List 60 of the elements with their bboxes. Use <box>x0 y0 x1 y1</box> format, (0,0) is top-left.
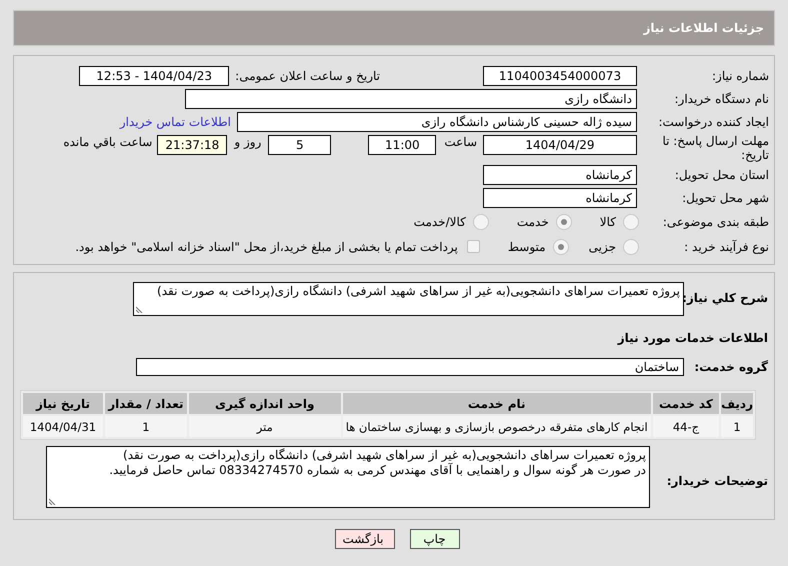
notes-line: در صورت هر گونه سوال و راهنمایی با آقای مهندس کرمی به شماره 08334274570 تماس حاصل فرمایید. <box>108 463 646 478</box>
radio-button[interactable] <box>623 214 639 230</box>
field-label: شماره نیاز: <box>711 68 769 82</box>
column-header: تعداد / مقدار <box>104 393 187 414</box>
treasury-note: پرداخت تمام یا بخشی از مبلغ خرید،از محل "اسناد خزانه اسلامی" خواهد بود. <box>75 240 458 254</box>
city-field: کرمانشاه <box>483 188 637 208</box>
field-label: شهر محل تحویل: <box>681 190 769 204</box>
resize-grip-icon[interactable] <box>49 497 57 505</box>
description-text: پروژه تعمیرات سراهای دانشجویی(به غیر از سراهای شهید اشرفی) دانشگاه رازی(پرداخت به صورت نقد) <box>157 284 680 298</box>
field-label: شرح کلي نیاز: <box>684 291 768 305</box>
column-header: ردیف <box>721 393 753 414</box>
service-group-field: ساختمان <box>136 358 684 376</box>
field-label: گروه خدمت: <box>693 360 768 374</box>
print-button[interactable]: چاپ <box>410 529 460 549</box>
checkbox[interactable] <box>466 240 480 253</box>
field-label: تاریخ و ساعت اعلان عمومی: <box>235 68 380 82</box>
option-label: جزیی <box>588 240 616 254</box>
remaining-time-field: 21:37:18 <box>157 135 228 155</box>
column-header: کد خدمت <box>652 393 720 414</box>
announce-date-field: 1404/04/23 - 12:53 <box>79 66 230 86</box>
need-number-field: 1104003454000073 <box>483 66 637 86</box>
column-header: تاریخ نیاز <box>23 393 103 414</box>
column-header: واحد اندازه گیری <box>188 393 341 414</box>
field-label: استان محل تحویل: <box>674 168 769 182</box>
radio-button[interactable] <box>472 214 489 230</box>
deadline-time-field: 11:00 <box>368 135 436 155</box>
creator-field: سیده ژاله حسینی کارشناس دانشگاه رازی <box>237 112 637 132</box>
resize-grip-icon[interactable] <box>136 305 144 313</box>
field-label: طبقه بندی موضوعی: <box>662 214 769 228</box>
table-cell: ج-44 <box>652 416 720 437</box>
field-label: توضیحات خریدار: <box>666 474 768 488</box>
contact-link[interactable]: اطلاعات تماس خریدار <box>120 114 231 128</box>
radio-button[interactable] <box>556 214 572 230</box>
column-header: نام خدمت <box>342 393 651 414</box>
field-label: ساعت <box>444 135 477 149</box>
option-label: کالا/خدمت <box>414 214 466 228</box>
section-title: اطلاعات خدمات مورد نیاز <box>618 331 768 345</box>
back-button[interactable]: بازگشت <box>334 529 394 549</box>
option-label: کالا <box>600 214 616 228</box>
buyer-org-field: دانشگاه رازی <box>185 88 637 108</box>
field-label: مهلت ارسال پاسخ: تا تاریخ: <box>661 133 769 163</box>
table-cell: 1404/04/31 <box>23 416 103 437</box>
table-cell: 1 <box>104 416 187 437</box>
table-cell: انجام کارهای متفرقه درخصوص بازسازی و بهسازی ساختمان ها <box>342 416 651 437</box>
days-field: 5 <box>268 135 332 155</box>
field-label: نوع فرآیند خرید : <box>683 240 769 254</box>
radio-button[interactable] <box>552 238 569 254</box>
field-label: ایجاد کننده درخواست: <box>657 114 769 128</box>
table-cell: متر <box>188 416 341 437</box>
deadline-date-field: 1404/04/29 <box>483 135 637 155</box>
radio-button[interactable] <box>623 238 639 254</box>
page-title: جزئیات اطلاعات نیاز <box>643 21 764 35</box>
field-label: نام دستگاه خریدار: <box>674 92 769 106</box>
field-label: ساعت باقي مانده <box>63 135 152 149</box>
table-cell: 1 <box>721 416 753 437</box>
field-label: روز و <box>234 135 262 149</box>
option-label: خدمت <box>516 214 549 228</box>
province-field: کرمانشاه <box>483 164 637 184</box>
option-label: متوسط <box>508 240 546 254</box>
notes-line: پروژه تعمیرات سراهای دانشجویی(به غیر از سراهای شهید اشرفی) دانشگاه رازی(پرداخت به صورت نقد) <box>122 448 646 463</box>
